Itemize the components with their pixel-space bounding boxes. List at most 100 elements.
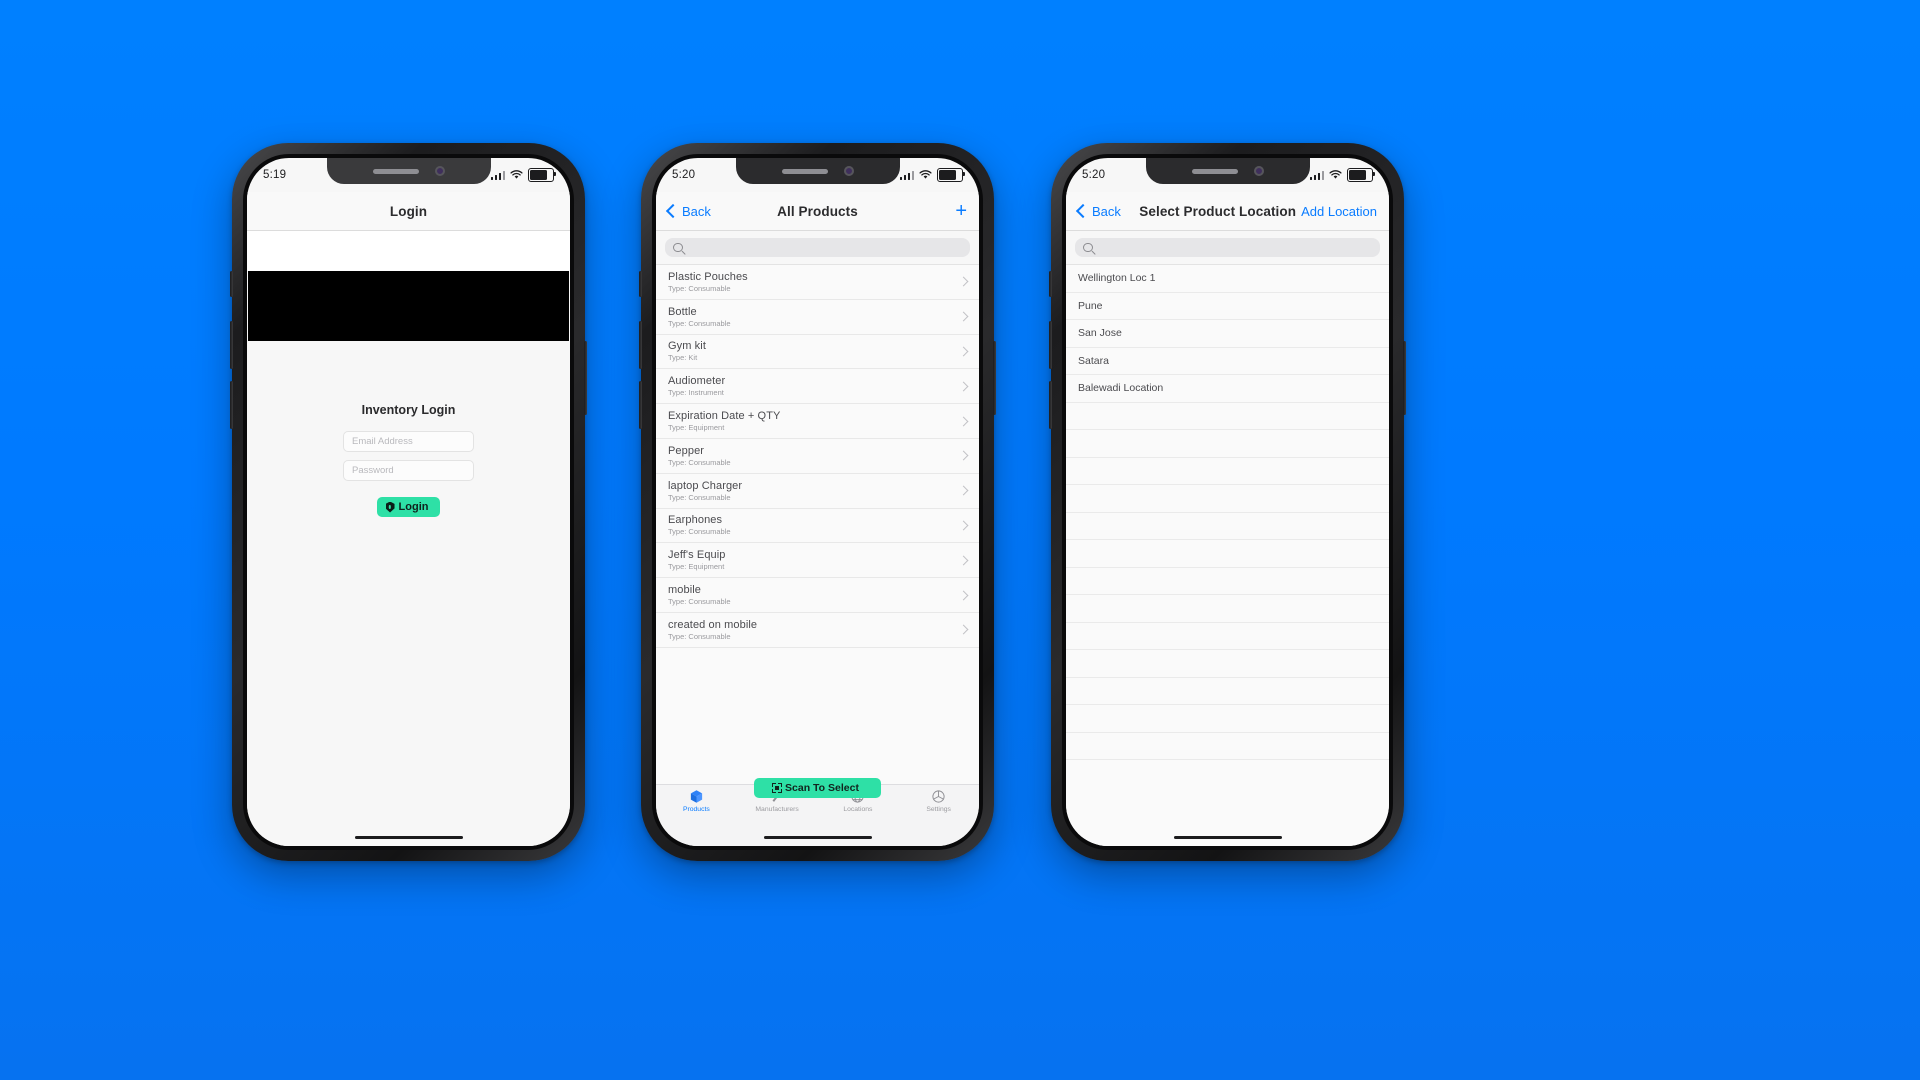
chevron-right-icon <box>958 590 969 601</box>
product-name: Jeff's Equip <box>668 549 726 562</box>
search-icon <box>673 242 683 253</box>
search-input[interactable] <box>1075 238 1380 257</box>
tab-settings[interactable]: Settings <box>898 789 979 813</box>
tab-settings-label: Settings <box>926 806 951 813</box>
location-list-empty-row <box>1066 540 1389 568</box>
product-list-item[interactable]: laptop Charger Type: Consumable <box>656 473 979 509</box>
location-search-container <box>1066 231 1389 265</box>
cellular-signal-icon <box>1309 170 1324 180</box>
phone-login: 5:19 Login Inventory Login Email Address… <box>230 143 587 861</box>
search-input[interactable] <box>665 238 970 257</box>
status-bar: 5:19 <box>247 158 570 192</box>
front-camera-icon <box>1253 166 1264 176</box>
location-list-empty-row <box>1066 512 1389 540</box>
phone-silent-switch <box>1049 271 1052 297</box>
product-list-item[interactable]: Expiration Date + QTY Type: Equipment <box>656 404 979 439</box>
product-type: Type: Equipment <box>668 562 725 572</box>
locations-screen: 5:20 Back Select Product Location Add Lo… <box>1066 158 1389 846</box>
status-bar-indicators <box>490 167 557 183</box>
login-button[interactable]: Login <box>376 497 441 517</box>
location-list-item[interactable]: Pune <box>1066 292 1389 320</box>
phone-notch <box>326 158 491 184</box>
battery-icon <box>1347 167 1376 183</box>
location-list-empty-row <box>1066 732 1389 760</box>
login-content: Inventory Login Email Address Password L… <box>247 231 570 829</box>
home-indicator-area <box>247 829 570 846</box>
home-indicator[interactable] <box>763 835 872 840</box>
earpiece-speaker <box>372 168 419 174</box>
phone-volume-down-button <box>1049 381 1052 429</box>
status-bar-time: 5:20 <box>672 169 696 181</box>
box-icon <box>689 789 704 804</box>
location-list-empty-row <box>1066 430 1389 458</box>
product-row-texts: Expiration Date + QTY Type: Equipment <box>668 410 960 432</box>
location-list-empty-row <box>1066 567 1389 595</box>
chevron-right-icon <box>958 624 969 635</box>
tab-products[interactable]: Products <box>656 789 737 813</box>
product-row-texts: Earphones Type: Consumable <box>668 514 960 536</box>
products-nav-bar: Back All Products + <box>656 192 979 231</box>
product-type: Type: Consumable <box>668 283 731 293</box>
locations-nav-bar: Back Select Product Location Add Locatio… <box>1066 192 1389 231</box>
product-list[interactable]: Plastic Pouches Type: Consumable Bottle Typ… <box>656 265 979 784</box>
email-field[interactable]: Email Address <box>343 431 474 452</box>
product-list-item[interactable]: Pepper Type: Consumable <box>656 438 979 474</box>
chevron-left-icon <box>665 203 681 219</box>
phone-volume-down-button <box>230 381 233 429</box>
product-name: Expiration Date + QTY <box>668 410 781 423</box>
location-list-item[interactable]: Satara <box>1066 347 1389 375</box>
products-screen: 5:20 Back All Products + Plastic Pouches… <box>656 158 979 846</box>
product-name: created on mobile <box>668 618 758 631</box>
home-indicator[interactable] <box>1173 835 1282 840</box>
product-list-item[interactable]: Plastic Pouches Type: Consumable <box>656 265 979 300</box>
product-list-item[interactable]: mobile Type: Consumable <box>656 578 979 613</box>
phone-volume-down-button <box>639 381 642 429</box>
password-field[interactable]: Password <box>343 460 474 481</box>
chevron-right-icon <box>958 555 969 566</box>
chevron-right-icon <box>958 520 969 531</box>
location-list-item[interactable]: San Jose <box>1066 320 1389 348</box>
product-list-item[interactable]: Gym kit Type: Kit <box>656 334 979 370</box>
product-list-item[interactable]: Audiometer Type: Instrument <box>656 369 979 405</box>
product-type: Type: Instrument <box>668 388 724 398</box>
tab-locations-label: Locations <box>843 806 873 813</box>
back-button-label: Back <box>682 203 711 219</box>
product-row-texts: Pepper Type: Consumable <box>668 445 960 467</box>
product-list-item[interactable]: Jeff's Equip Type: Equipment <box>656 543 979 579</box>
wifi-icon <box>919 170 932 179</box>
phone-notch <box>1145 158 1310 184</box>
product-list-item[interactable]: created on mobile Type: Consumable <box>656 612 979 648</box>
home-indicator-area <box>656 829 979 846</box>
earpiece-speaker <box>781 168 828 174</box>
tab-manufacturers-label: Manufacturers <box>755 806 799 813</box>
qr-scan-icon <box>772 783 783 793</box>
product-list-item[interactable]: Bottle Type: Consumable <box>656 299 979 335</box>
page-title: Login <box>389 203 428 219</box>
product-name: Earphones <box>668 514 723 527</box>
location-list-empty-row <box>1066 677 1389 705</box>
location-list-item[interactable]: Wellington Loc 1 <box>1066 265 1389 293</box>
location-list-empty-row <box>1066 485 1389 513</box>
scan-to-select-button[interactable]: Scan To Select <box>754 778 881 798</box>
status-bar-time: 5:19 <box>263 169 287 181</box>
status-bar-time: 5:20 <box>1082 169 1106 181</box>
home-indicator[interactable] <box>354 835 463 840</box>
add-product-button[interactable]: + <box>955 201 967 221</box>
back-button[interactable]: Back <box>665 203 711 219</box>
location-list-item[interactable]: Balewadi Location <box>1066 375 1389 403</box>
back-button[interactable]: Back <box>1075 204 1121 219</box>
login-hero-banner <box>248 271 569 341</box>
phone-locations: 5:20 Back Select Product Location Add Lo… <box>1049 143 1406 861</box>
product-type: Type: Consumable <box>668 457 731 467</box>
tab-products-label: Products <box>682 806 710 813</box>
login-screen: 5:19 Login Inventory Login Email Address… <box>247 158 570 846</box>
location-list[interactable]: Wellington Loc 1 Pune San Jose Satara Balewa… <box>1066 265 1389 829</box>
product-list-item[interactable]: Earphones Type: Consumable <box>656 508 979 544</box>
product-name: Bottle <box>668 305 697 318</box>
phone-power-button <box>584 341 587 415</box>
add-location-button[interactable]: Add Location <box>1301 204 1377 219</box>
chevron-right-icon <box>958 276 969 287</box>
chevron-right-icon <box>958 381 969 392</box>
location-list-empty-row <box>1066 705 1389 733</box>
home-indicator-area <box>1066 829 1389 846</box>
